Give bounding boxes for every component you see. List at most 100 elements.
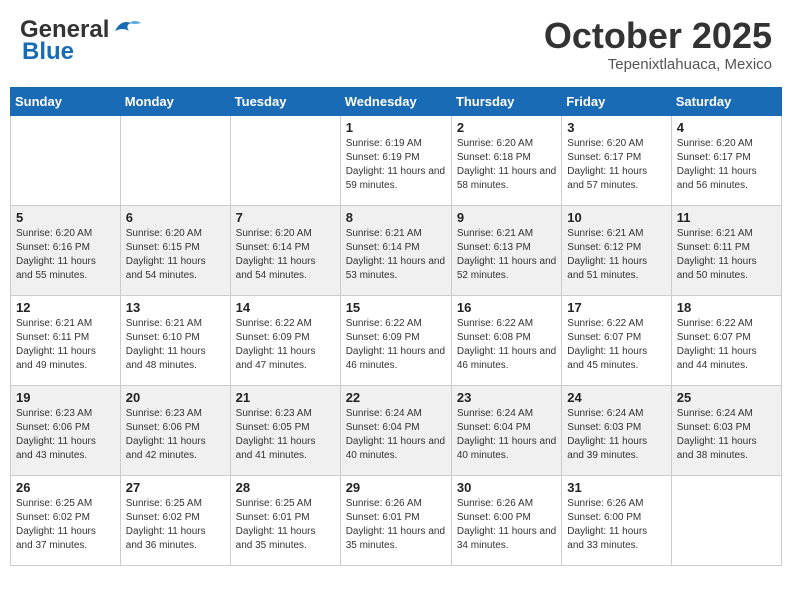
calendar-cell: 12Sunrise: 6:21 AMSunset: 6:11 PMDayligh… xyxy=(11,295,121,385)
logo-text-blue: Blue xyxy=(22,38,74,66)
calendar-cell: 21Sunrise: 6:23 AMSunset: 6:05 PMDayligh… xyxy=(230,385,340,475)
title-area: October 2025 Tepenixtlahuaca, Mexico xyxy=(544,16,772,73)
day-info: Sunrise: 6:26 AMSunset: 6:00 PMDaylight:… xyxy=(567,497,665,553)
day-number: 3 xyxy=(567,120,665,135)
day-number: 18 xyxy=(677,300,776,315)
calendar-cell: 31 Sunrise: 6:26 AMSunset: 6:00 PMDayligh… xyxy=(562,475,671,565)
day-info: Sunrise: 6:20 AMSunset: 6:18 PMDaylight:… xyxy=(457,137,556,193)
day-number: 26 xyxy=(16,480,115,495)
calendar-cell: 8 Sunrise: 6:21 AMSunset: 6:14 PMDaylight… xyxy=(340,205,451,295)
day-number: 14 xyxy=(236,300,335,315)
calendar-cell: 28Sunrise: 6:25 AMSunset: 6:01 PMDayligh… xyxy=(230,475,340,565)
calendar-cell: 27Sunrise: 6:25 AMSunset: 6:02 PMDayligh… xyxy=(120,475,230,565)
day-info: Sunrise: 6:21 AMSunset: 6:13 PMDaylight:… xyxy=(457,227,556,283)
calendar-cell: 18 Sunrise: 6:22 AMSunset: 6:07 PMDayligh… xyxy=(671,295,781,385)
calendar-cell: 5 Sunrise: 6:20 AMSunset: 6:16 PMDaylight… xyxy=(11,205,121,295)
day-number: 11 xyxy=(677,210,776,225)
calendar-cell: 6 Sunrise: 6:20 AMSunset: 6:15 PMDaylight… xyxy=(120,205,230,295)
calendar-cell: 11 Sunrise: 6:21 AMSunset: 6:11 PMDayligh… xyxy=(671,205,781,295)
day-number: 23 xyxy=(457,390,556,405)
day-number: 21 xyxy=(236,390,335,405)
calendar-row-2: 12Sunrise: 6:21 AMSunset: 6:11 PMDayligh… xyxy=(11,295,782,385)
day-info: Sunrise: 6:21 AMSunset: 6:11 PMDaylight:… xyxy=(16,317,115,373)
day-number: 19 xyxy=(16,390,115,405)
day-number: 24 xyxy=(567,390,665,405)
calendar-row-1: 5 Sunrise: 6:20 AMSunset: 6:16 PMDaylight… xyxy=(11,205,782,295)
calendar-cell: 30Sunrise: 6:26 AMSunset: 6:00 PMDayligh… xyxy=(451,475,561,565)
day-info: Sunrise: 6:23 AMSunset: 6:06 PMDaylight:… xyxy=(126,407,225,463)
day-number: 5 xyxy=(16,210,115,225)
calendar-cell: 9 Sunrise: 6:21 AMSunset: 6:13 PMDaylight… xyxy=(451,205,561,295)
day-info: Sunrise: 6:22 AMSunset: 6:08 PMDaylight:… xyxy=(457,317,556,373)
month-title: October 2025 xyxy=(544,16,772,56)
calendar-cell: 4 Sunrise: 6:20 AMSunset: 6:17 PMDaylight… xyxy=(671,115,781,205)
day-info: Sunrise: 6:22 AMSunset: 6:09 PMDaylight:… xyxy=(236,317,335,373)
calendar-cell: 15 Sunrise: 6:22 AMSunset: 6:09 PMDayligh… xyxy=(340,295,451,385)
day-number: 13 xyxy=(126,300,225,315)
calendar-cell xyxy=(671,475,781,565)
day-info: Sunrise: 6:21 AMSunset: 6:10 PMDaylight:… xyxy=(126,317,225,373)
day-info: Sunrise: 6:20 AMSunset: 6:14 PMDaylight:… xyxy=(236,227,335,283)
calendar-cell: 29 Sunrise: 6:26 AMSunset: 6:01 PMDayligh… xyxy=(340,475,451,565)
column-header-tuesday: Tuesday xyxy=(230,87,340,115)
day-info: Sunrise: 6:22 AMSunset: 6:09 PMDaylight:… xyxy=(346,317,446,373)
calendar-cell: 10Sunrise: 6:21 AMSunset: 6:12 PMDayligh… xyxy=(562,205,671,295)
calendar-header-row: SundayMondayTuesdayWednesdayThursdayFrid… xyxy=(11,87,782,115)
day-info: Sunrise: 6:20 AMSunset: 6:16 PMDaylight:… xyxy=(16,227,115,283)
day-info: Sunrise: 6:26 AMSunset: 6:00 PMDaylight:… xyxy=(457,497,556,553)
column-header-saturday: Saturday xyxy=(671,87,781,115)
day-info: Sunrise: 6:25 AMSunset: 6:01 PMDaylight:… xyxy=(236,497,335,553)
calendar-row-0: 1Sunrise: 6:19 AMSunset: 6:19 PMDaylight… xyxy=(11,115,782,205)
location-subtitle: Tepenixtlahuaca, Mexico xyxy=(544,56,772,73)
calendar-cell xyxy=(230,115,340,205)
day-number: 16 xyxy=(457,300,556,315)
day-number: 8 xyxy=(346,210,446,225)
calendar-row-4: 26 Sunrise: 6:25 AMSunset: 6:02 PMDayligh… xyxy=(11,475,782,565)
day-number: 31 xyxy=(567,480,665,495)
day-info: Sunrise: 6:22 AMSunset: 6:07 PMDaylight:… xyxy=(677,317,776,373)
calendar-cell: 1Sunrise: 6:19 AMSunset: 6:19 PMDaylight… xyxy=(340,115,451,205)
calendar-row-3: 19 Sunrise: 6:23 AMSunset: 6:06 PMDayligh… xyxy=(11,385,782,475)
day-info: Sunrise: 6:21 AMSunset: 6:11 PMDaylight:… xyxy=(677,227,776,283)
column-header-friday: Friday xyxy=(562,87,671,115)
calendar-cell: 25Sunrise: 6:24 AMSunset: 6:03 PMDayligh… xyxy=(671,385,781,475)
day-info: Sunrise: 6:26 AMSunset: 6:01 PMDaylight:… xyxy=(346,497,446,553)
column-header-wednesday: Wednesday xyxy=(340,87,451,115)
day-number: 15 xyxy=(346,300,446,315)
calendar-cell: 7 Sunrise: 6:20 AMSunset: 6:14 PMDaylight… xyxy=(230,205,340,295)
day-info: Sunrise: 6:22 AMSunset: 6:07 PMDaylight:… xyxy=(567,317,665,373)
page-header: General Blue October 2025 Tepenixtlahuac… xyxy=(10,10,782,79)
day-number: 7 xyxy=(236,210,335,225)
calendar-cell: 3 Sunrise: 6:20 AMSunset: 6:17 PMDaylight… xyxy=(562,115,671,205)
day-number: 29 xyxy=(346,480,446,495)
calendar-table: SundayMondayTuesdayWednesdayThursdayFrid… xyxy=(10,87,782,566)
calendar-cell: 26 Sunrise: 6:25 AMSunset: 6:02 PMDayligh… xyxy=(11,475,121,565)
day-info: Sunrise: 6:21 AMSunset: 6:14 PMDaylight:… xyxy=(346,227,446,283)
day-number: 2 xyxy=(457,120,556,135)
day-info: Sunrise: 6:25 AMSunset: 6:02 PMDaylight:… xyxy=(126,497,225,553)
calendar-cell: 24 Sunrise: 6:24 AMSunset: 6:03 PMDayligh… xyxy=(562,385,671,475)
day-info: Sunrise: 6:20 AMSunset: 6:15 PMDaylight:… xyxy=(126,227,225,283)
day-info: Sunrise: 6:19 AMSunset: 6:19 PMDaylight:… xyxy=(346,137,446,193)
logo-bird-icon xyxy=(111,17,141,39)
day-info: Sunrise: 6:25 AMSunset: 6:02 PMDaylight:… xyxy=(16,497,115,553)
day-number: 9 xyxy=(457,210,556,225)
day-info: Sunrise: 6:24 AMSunset: 6:04 PMDaylight:… xyxy=(346,407,446,463)
calendar-cell: 22Sunrise: 6:24 AMSunset: 6:04 PMDayligh… xyxy=(340,385,451,475)
calendar-cell: 20Sunrise: 6:23 AMSunset: 6:06 PMDayligh… xyxy=(120,385,230,475)
column-header-sunday: Sunday xyxy=(11,87,121,115)
day-info: Sunrise: 6:20 AMSunset: 6:17 PMDaylight:… xyxy=(567,137,665,193)
calendar-cell: 14 Sunrise: 6:22 AMSunset: 6:09 PMDayligh… xyxy=(230,295,340,385)
day-info: Sunrise: 6:21 AMSunset: 6:12 PMDaylight:… xyxy=(567,227,665,283)
day-number: 6 xyxy=(126,210,225,225)
calendar-cell: 19 Sunrise: 6:23 AMSunset: 6:06 PMDayligh… xyxy=(11,385,121,475)
day-info: Sunrise: 6:20 AMSunset: 6:17 PMDaylight:… xyxy=(677,137,776,193)
calendar-cell: 23Sunrise: 6:24 AMSunset: 6:04 PMDayligh… xyxy=(451,385,561,475)
day-info: Sunrise: 6:24 AMSunset: 6:03 PMDaylight:… xyxy=(567,407,665,463)
day-info: Sunrise: 6:23 AMSunset: 6:06 PMDaylight:… xyxy=(16,407,115,463)
calendar-cell: 13 Sunrise: 6:21 AMSunset: 6:10 PMDayligh… xyxy=(120,295,230,385)
calendar-cell: 2 Sunrise: 6:20 AMSunset: 6:18 PMDaylight… xyxy=(451,115,561,205)
day-number: 4 xyxy=(677,120,776,135)
calendar-cell xyxy=(11,115,121,205)
calendar-cell xyxy=(120,115,230,205)
